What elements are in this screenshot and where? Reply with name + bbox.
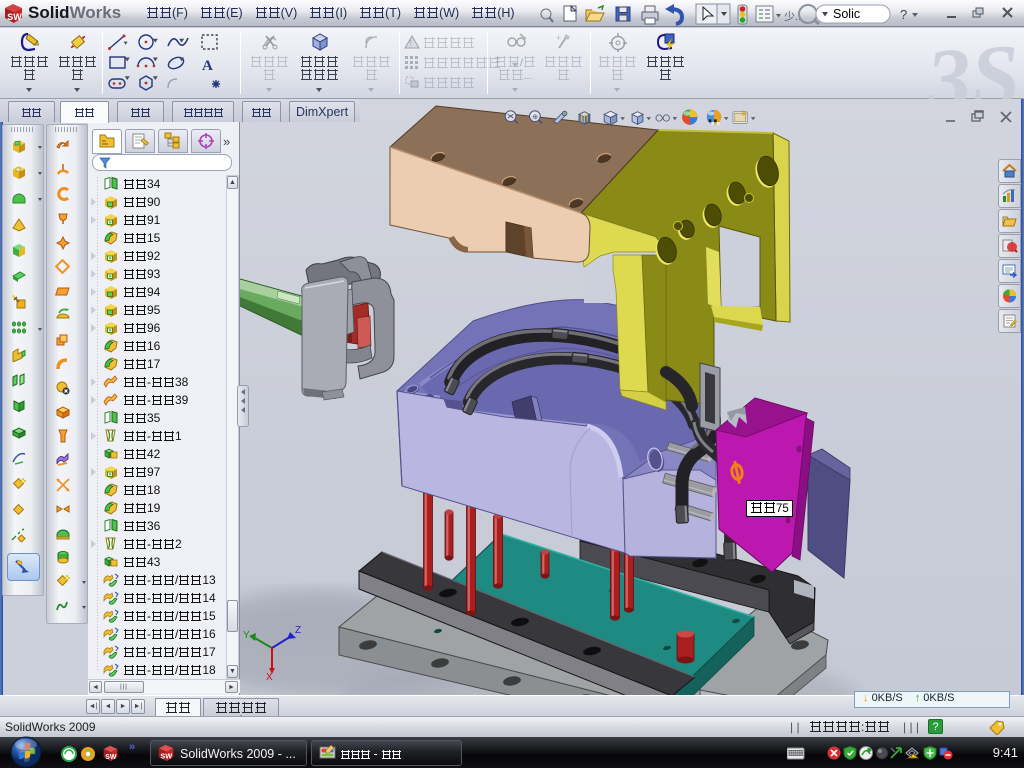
- svg-text:X: X: [266, 672, 273, 683]
- svg-text:Y: Y: [243, 630, 250, 641]
- svg-text:⊕: ⊕: [532, 112, 538, 121]
- svg-text:Z: Z: [295, 625, 301, 636]
- svg-text:SW: SW: [7, 12, 22, 22]
- svg-text:?: ?: [900, 7, 907, 22]
- svg-text:SW: SW: [160, 752, 172, 761]
- svg-text:Solic: Solic: [833, 7, 860, 21]
- svg-text:+: +: [556, 33, 561, 43]
- svg-text:A: A: [202, 58, 213, 74]
- svg-text:!: !: [410, 38, 413, 48]
- svg-text:!: !: [911, 754, 912, 759]
- svg-text:SW: SW: [105, 754, 117, 761]
